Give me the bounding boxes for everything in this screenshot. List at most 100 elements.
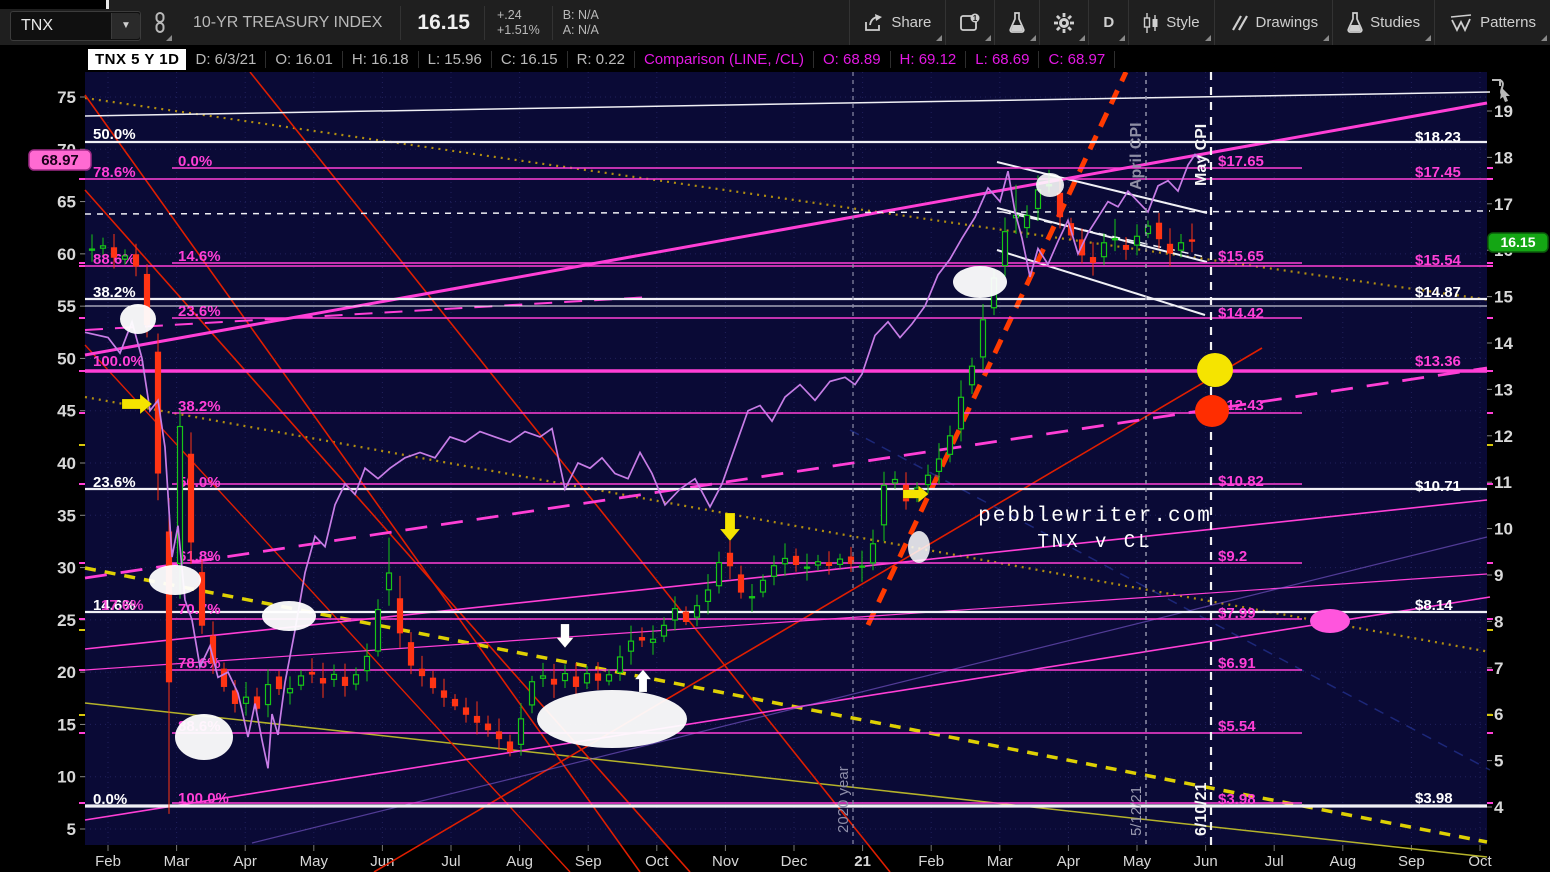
right-axis-label: 19	[1494, 102, 1513, 121]
comparison-price-badge-text: 68.97	[41, 152, 79, 169]
toolbar-button-share[interactable]: Share	[849, 0, 945, 45]
left-axis-label: 40	[57, 454, 76, 473]
comparison-segment: L: 68.69	[966, 50, 1040, 68]
symbol-description: 10-YR TREASURY INDEX	[193, 13, 383, 31]
link-button[interactable]	[145, 0, 175, 45]
candle	[396, 598, 404, 634]
candle	[440, 690, 448, 698]
right-axis-label: 14	[1494, 334, 1513, 353]
ohlc-segment: C: 16.15	[492, 50, 568, 68]
candle	[407, 642, 415, 666]
candle	[1188, 239, 1196, 242]
symbol-timeframe-chip[interactable]: TNX 5 Y 1D	[88, 48, 187, 70]
candle	[583, 672, 591, 684]
chart-plot-area[interactable]	[85, 72, 1487, 845]
comparison-segment: O: 68.89	[814, 50, 891, 68]
candle	[1001, 231, 1009, 267]
right-axis-label: 12	[1494, 427, 1513, 446]
ohlc-segment: D: 6/3/21	[186, 50, 267, 68]
ohlc-segment: R: 0.22	[568, 50, 635, 68]
toolbar-button-style[interactable]: Style	[1128, 0, 1213, 45]
candle	[781, 557, 789, 565]
last-price-badge-text: 16.15	[1500, 234, 1535, 250]
bid-ask: B: N/A A: N/A	[551, 5, 609, 40]
month-label: Mar	[987, 853, 1013, 870]
dropdown-corner	[1030, 35, 1037, 41]
annotation-ellipse	[262, 601, 316, 631]
candle	[616, 656, 624, 674]
fib-left-magenta-price: $13.36	[1415, 353, 1461, 370]
toolbar-button-drawings[interactable]: Drawings	[1213, 0, 1333, 45]
candle	[968, 365, 976, 386]
dropdown-corner	[166, 35, 172, 41]
candle	[99, 245, 107, 249]
event-line-label: 5/12/21	[1128, 786, 1145, 836]
dropdown-corner	[1541, 35, 1547, 41]
left-axis-label: 30	[57, 559, 76, 578]
candle	[979, 319, 987, 358]
candle	[88, 248, 96, 251]
candle	[649, 638, 657, 643]
thinkorswim-app: { "toolbar":{ "symbol":"TNX", "descripti…	[0, 0, 1550, 872]
candle	[451, 698, 459, 707]
last-price: 16.15	[400, 5, 484, 40]
share-icon	[864, 13, 884, 32]
toolbar-button-label: Patterns	[1480, 14, 1536, 31]
toolbar-button-studies[interactable]: Studies	[1332, 0, 1434, 45]
drawings-icon	[1229, 14, 1249, 32]
right-axis-label: 10	[1494, 520, 1513, 539]
candle	[187, 453, 195, 543]
annotation-ellipse	[175, 714, 233, 760]
style-icon	[1143, 12, 1159, 34]
toolbar-button-settings[interactable]	[1039, 0, 1088, 45]
candle	[1023, 214, 1031, 229]
toolbar-button-quick-study[interactable]	[994, 0, 1039, 45]
dropdown-corner	[1079, 35, 1086, 41]
toolbar-button-notes[interactable]: 1	[945, 0, 994, 45]
candle	[737, 574, 745, 593]
candle	[1133, 235, 1141, 246]
candle	[352, 674, 360, 685]
candle	[165, 531, 173, 683]
fib-white-price: $10.71	[1415, 478, 1461, 495]
toolbar-button-timeframe[interactable]: D	[1088, 0, 1128, 45]
chart-canvas[interactable]: Feb Mar Apr May Jun Jul Aug Sep Oct Nov Dec 21 Feb Ma…	[0, 72, 1550, 872]
candle	[572, 676, 580, 687]
symbol-text[interactable]: TNX	[11, 17, 111, 35]
candle	[891, 478, 899, 484]
ohlc-segment: O: 16.01	[266, 50, 343, 68]
candle	[429, 677, 437, 689]
month-label: Oct	[645, 853, 669, 870]
candle	[473, 715, 481, 723]
toolbar-button-patterns[interactable]: Patterns	[1434, 0, 1550, 45]
candle	[660, 624, 668, 637]
fib-left-magenta-label: 100.0%	[93, 353, 144, 370]
month-label: Mar	[164, 853, 190, 870]
right-axis-label: 8	[1494, 612, 1503, 631]
candle	[539, 675, 547, 679]
left-axis-label: 55	[57, 297, 76, 316]
change-value: +.24	[496, 7, 522, 22]
dropdown-corner	[1204, 35, 1211, 41]
change-percent: +1.51%	[496, 22, 540, 37]
fib-magenta-price: $6.91	[1218, 655, 1256, 672]
candle	[121, 255, 129, 260]
candle	[517, 718, 525, 745]
left-axis-label: 15	[57, 715, 76, 734]
candle	[946, 435, 954, 455]
candle	[561, 672, 569, 682]
candle	[363, 655, 371, 672]
candle	[594, 673, 602, 681]
symbol-input[interactable]: TNX ▼	[10, 10, 141, 41]
candle	[264, 683, 272, 706]
candle	[495, 731, 503, 740]
symbol-dropdown-arrow[interactable]: ▼	[111, 12, 140, 39]
candle	[374, 608, 382, 652]
annotation-ellipse	[537, 690, 687, 748]
left-axis-label: 50	[57, 349, 76, 368]
candle	[220, 668, 228, 687]
candle	[330, 673, 338, 681]
candle	[638, 637, 646, 641]
fib-left-magenta-label: 78.6%	[93, 164, 136, 181]
dropdown-corner	[936, 35, 943, 41]
